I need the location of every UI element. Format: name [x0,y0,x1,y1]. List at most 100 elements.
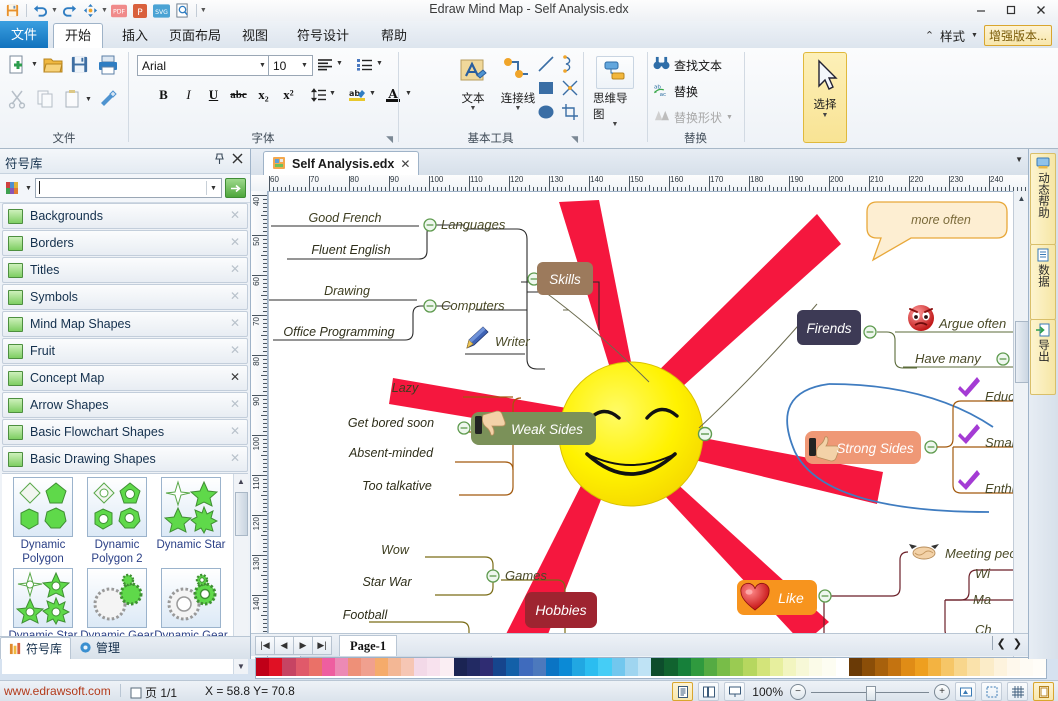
library-close-icon[interactable]: ✕ [230,397,240,411]
color-swatch[interactable] [533,658,546,676]
shape-item-dynamic-star[interactable]: Dynamic Star [154,477,228,566]
close-icon[interactable]: ✕ [400,157,410,171]
page-view-button[interactable] [672,682,693,701]
mindmap-button[interactable]: 思维导图 ▼ [593,56,637,128]
color-swatch[interactable] [862,658,875,676]
color-swatch[interactable] [743,658,756,676]
open-document-button[interactable] [40,54,66,76]
library-palette-icon[interactable] [4,180,22,196]
color-swatch[interactable] [598,658,611,676]
color-swatch[interactable] [559,658,572,676]
search-input[interactable]: ▼ [35,178,222,198]
color-swatch[interactable] [901,658,914,676]
color-swatch[interactable] [401,658,414,676]
export-pdf-icon[interactable]: PDF [110,2,129,20]
shape-item-dynamic-polygon[interactable]: Dynamic Polygon [6,477,80,566]
color-swatch[interactable] [480,658,493,676]
redo-icon[interactable] [60,2,79,20]
scroll-down-icon[interactable]: ▼ [234,659,248,674]
next-page-button[interactable]: ▶ [293,636,313,655]
new-dropdown-icon[interactable]: ▼ [31,61,38,68]
select-tool-button[interactable]: 选择 ▼ [803,52,847,143]
color-swatch[interactable] [361,658,374,676]
replace-shape-dropdown-icon[interactable]: ▼ [726,114,733,121]
font-size-input[interactable]: 10 ▼ [268,55,313,76]
color-swatch[interactable] [388,658,401,676]
bold-button[interactable]: B [154,85,173,104]
color-palette[interactable] [255,657,1047,679]
color-swatch[interactable] [730,658,743,676]
library-item-symbols[interactable]: Symbols ✕ [2,284,248,310]
subscript-button[interactable]: x₂ [254,85,273,104]
zoom-out-button[interactable]: − [790,684,806,700]
minimize-button[interactable] [966,0,996,20]
color-swatch[interactable] [967,658,980,676]
library-item-fruit[interactable]: Fruit ✕ [2,338,248,364]
color-swatch[interactable] [572,658,585,676]
paste-button[interactable] [60,89,86,109]
color-swatch[interactable] [506,658,519,676]
prev-page-button[interactable]: ◀ [274,636,294,655]
color-swatch[interactable] [585,658,598,676]
color-swatch[interactable] [256,658,269,676]
enhanced-version-button[interactable]: 增强版本... [984,25,1052,46]
export-svg-icon[interactable]: SVG [152,2,171,20]
color-swatch[interactable] [678,658,691,676]
scrollbar-thumb[interactable] [235,492,248,536]
color-swatch[interactable] [282,658,295,676]
slider-knob[interactable] [866,686,876,701]
italic-button[interactable]: I [179,85,198,104]
color-swatch[interactable] [375,658,388,676]
library-close-icon[interactable]: ✕ [230,343,240,357]
grid-button[interactable] [1007,682,1028,701]
connector-dropdown-icon[interactable]: ▼ [515,106,522,112]
color-swatch[interactable] [928,658,941,676]
curve-shape-button[interactable] [560,54,579,73]
shape-item-dynamic-polygon-2[interactable]: Dynamic Polygon 2 [80,477,154,566]
library-close-icon[interactable]: ✕ [230,424,240,438]
library-item-arrow-shapes[interactable]: Arrow Shapes ✕ [2,392,248,418]
library-item-concept-map[interactable]: Concept Map ✕ [2,365,248,391]
customize-icon[interactable]: ▼ [200,7,207,14]
color-swatch[interactable] [612,658,625,676]
color-swatch[interactable] [335,658,348,676]
color-swatch[interactable] [770,658,783,676]
color-swatch[interactable] [941,658,954,676]
superscript-button[interactable]: x² [279,85,298,104]
library-item-backgrounds[interactable]: Backgrounds ✕ [2,203,248,229]
pin-icon[interactable] [214,153,225,168]
style-menu[interactable]: 样式 [940,26,965,45]
text-dropdown-icon[interactable]: ▼ [470,106,477,112]
chevron-down-icon[interactable]: ▼ [206,181,220,195]
export-ppt-icon[interactable]: P [131,2,150,20]
library-close-icon[interactable]: ✕ [230,235,240,249]
search-go-button[interactable] [225,178,246,198]
scrollbar-thumb[interactable] [1015,321,1029,383]
tab-insert[interactable]: 插入 [111,23,159,48]
cross-shape-button[interactable] [560,78,579,97]
color-swatch[interactable] [638,658,651,676]
library-close-icon[interactable]: ✕ [230,370,240,384]
color-swatch[interactable] [546,658,559,676]
replace-shape-button[interactable]: 替换形状 ▼ [653,108,733,126]
color-swatch[interactable] [493,658,506,676]
color-swatch[interactable] [454,658,467,676]
move-dropdown-icon[interactable]: ▼ [101,7,108,14]
split-view-button[interactable] [698,682,719,701]
tab-start[interactable]: 开始 [53,23,103,51]
full-page-button[interactable] [1033,682,1054,701]
chevron-down-icon[interactable]: ▼ [298,58,311,73]
color-swatch[interactable] [427,658,440,676]
color-swatch[interactable] [269,658,282,676]
color-swatch[interactable] [296,658,309,676]
undo-dropdown-icon[interactable]: ▼ [51,7,58,14]
align-button[interactable] [314,55,336,74]
color-swatch[interactable] [915,658,928,676]
vtab-dynamic-help[interactable]: 动态帮助 [1030,153,1056,245]
last-page-button[interactable]: ▶| [312,636,332,655]
color-swatch[interactable] [1033,658,1046,676]
color-swatch[interactable] [322,658,335,676]
bullet-list-button[interactable] [354,55,376,74]
first-page-button[interactable]: |◀ [255,636,275,655]
scroll-up-icon[interactable]: ▲ [1014,191,1029,205]
